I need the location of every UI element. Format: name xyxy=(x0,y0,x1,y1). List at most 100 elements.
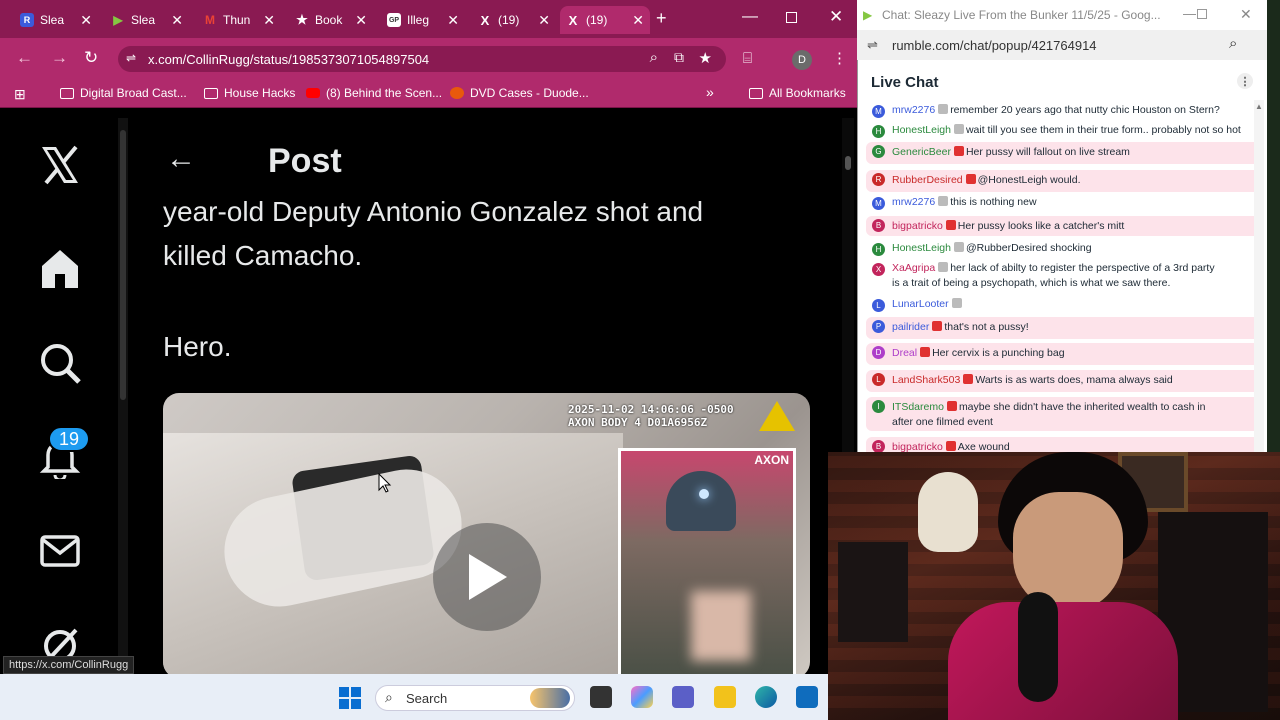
teams-icon[interactable] xyxy=(672,686,694,708)
user-avatar[interactable]: M xyxy=(872,105,885,118)
chat-message-text: after one filmed event xyxy=(892,416,993,428)
x-logo-icon[interactable] xyxy=(35,140,85,190)
user-badge-icon xyxy=(920,347,931,357)
chat-username[interactable]: LandShark503 xyxy=(892,374,960,386)
store-icon[interactable] xyxy=(796,686,818,708)
edge-icon[interactable] xyxy=(755,686,777,708)
bookmark-item[interactable]: DVD Cases - Duode... xyxy=(450,86,589,100)
close-tab-icon[interactable]: ✕ xyxy=(263,12,281,29)
minimize-icon[interactable]: — xyxy=(1183,6,1196,21)
browser-tab[interactable]: ▶ Slea ✕ xyxy=(105,6,189,34)
forward-icon[interactable]: → xyxy=(51,48,68,68)
browser-tab[interactable]: M Thun ✕ xyxy=(197,6,281,34)
site-info-icon[interactable]: ⇌ xyxy=(126,51,136,65)
user-avatar[interactable]: R xyxy=(872,173,885,186)
new-tab-icon[interactable]: + xyxy=(656,8,667,29)
user-avatar[interactable]: L xyxy=(872,299,885,312)
page-scrollbar-thumb[interactable] xyxy=(845,156,851,170)
profile-avatar[interactable]: D xyxy=(792,50,812,70)
user-avatar[interactable]: M xyxy=(872,197,885,210)
chat-scrollbar[interactable]: ▲ xyxy=(1254,100,1264,452)
chat-username[interactable]: ITSdaremo xyxy=(892,401,944,413)
user-avatar[interactable]: D xyxy=(872,346,885,359)
chat-username[interactable]: RubberDesired xyxy=(892,174,963,186)
apps-grid-icon[interactable]: ⊞ xyxy=(14,86,26,103)
chat-username[interactable]: XaAgripa xyxy=(892,262,935,274)
chat-username[interactable]: bigpatricko xyxy=(892,441,943,452)
bookmark-item[interactable]: (8) Behind the Scen... xyxy=(306,86,442,100)
all-bookmarks-button[interactable]: All Bookmarks xyxy=(749,86,846,100)
bookmark-item[interactable]: Digital Broad Cast... xyxy=(60,86,187,100)
grok-icon[interactable] xyxy=(35,620,85,660)
search-icon[interactable] xyxy=(35,338,85,388)
close-tab-icon[interactable]: ✕ xyxy=(171,12,189,29)
chat-username[interactable]: Dreal xyxy=(892,347,917,359)
site-info-icon[interactable]: ⇌ xyxy=(867,37,878,53)
play-button[interactable] xyxy=(433,523,541,631)
more-options-icon[interactable]: ⋮ xyxy=(1237,73,1253,89)
user-avatar[interactable]: P xyxy=(872,320,885,333)
tab-search-icon[interactable]: ⌸ xyxy=(743,50,752,67)
bookmark-star-icon[interactable]: ★ xyxy=(699,49,712,67)
user-avatar[interactable]: G xyxy=(872,145,885,158)
task-view-icon[interactable] xyxy=(590,686,612,708)
browser-tab[interactable]: X (19) ✕ xyxy=(472,6,556,34)
chat-username[interactable]: bigpatricko xyxy=(892,220,943,232)
menu-icon[interactable]: ⋮ xyxy=(832,49,847,67)
close-tab-icon[interactable]: ✕ xyxy=(632,12,650,29)
chevron-right-icon[interactable]: » xyxy=(706,84,714,100)
windows-start-icon[interactable] xyxy=(339,687,361,709)
close-tab-icon[interactable]: ✕ xyxy=(447,12,465,29)
chat-message: Ppailrider that's not a pussy! xyxy=(866,317,1260,339)
maximize-icon[interactable] xyxy=(786,12,797,23)
x-favicon-icon: X xyxy=(480,12,490,28)
back-icon[interactable]: ← xyxy=(16,48,33,68)
chat-username[interactable]: mrw2276 xyxy=(892,104,935,116)
copilot-icon[interactable] xyxy=(631,686,653,708)
video-player[interactable]: 2025-11-02 14:06:06 -0500 AXON BODY 4 D0… xyxy=(163,393,810,678)
minimize-icon[interactable]: — xyxy=(742,8,758,26)
messages-mail-icon[interactable] xyxy=(35,526,85,576)
scroll-up-icon[interactable]: ▲ xyxy=(1255,102,1263,111)
back-arrow-icon[interactable]: ← xyxy=(166,144,196,174)
home-icon[interactable] xyxy=(35,243,85,293)
user-avatar[interactable]: B xyxy=(872,219,885,232)
file-explorer-icon[interactable] xyxy=(714,686,736,708)
install-icon[interactable]: ⧉ xyxy=(674,49,684,66)
close-tab-icon[interactable]: ✕ xyxy=(80,12,98,29)
sidebar-scrollbar-thumb[interactable] xyxy=(120,130,126,400)
address-bar[interactable]: ⇌ x.com/CollinRugg/status/19853730710548… xyxy=(118,46,726,72)
webcam-overlay xyxy=(828,452,1280,720)
chat-username[interactable]: HonestLeigh xyxy=(892,242,951,254)
maximize-icon[interactable] xyxy=(1197,9,1207,19)
chat-url-bar[interactable]: ⇌ rumble.com/chat/popup/421764914 ⌕ xyxy=(857,30,1267,60)
browser-tab-active[interactable]: X (19) ✕ xyxy=(560,6,650,34)
reload-icon[interactable]: ↻ xyxy=(84,48,98,68)
play-favicon-icon: ▶ xyxy=(113,13,123,27)
user-avatar[interactable]: H xyxy=(872,125,885,138)
user-avatar[interactable]: B xyxy=(872,440,885,452)
user-avatar[interactable]: L xyxy=(872,373,885,386)
taskbar-search[interactable]: ⌕ Search xyxy=(375,685,575,711)
chat-message: H HonestLeigh @RubberDesired shocking xyxy=(866,240,1260,258)
close-window-icon[interactable]: ✕ xyxy=(1240,6,1252,23)
chat-username[interactable]: pailrider xyxy=(892,321,929,333)
close-tab-icon[interactable]: ✕ xyxy=(538,12,556,29)
zoom-icon[interactable]: ⌕ xyxy=(650,49,658,66)
user-avatar[interactable]: I xyxy=(872,400,885,413)
chat-username[interactable]: LunarLooter xyxy=(892,298,949,310)
browser-tab[interactable]: ★ Book ✕ xyxy=(289,6,373,34)
bookmark-item[interactable]: House Hacks xyxy=(204,86,295,100)
close-tab-icon[interactable]: ✕ xyxy=(355,12,373,29)
zoom-icon[interactable]: ⌕ xyxy=(1229,35,1237,52)
chat-username[interactable]: mrw2276 xyxy=(892,196,935,208)
close-window-icon[interactable]: ✕ xyxy=(829,7,843,27)
tab-label: (19) xyxy=(586,13,608,27)
browser-tab[interactable]: R Slea ✕ xyxy=(14,6,98,34)
browser-tab[interactable]: GP Illeg ✕ xyxy=(381,6,465,34)
user-avatar[interactable]: H xyxy=(872,243,885,256)
chat-username[interactable]: GenericBeer xyxy=(892,146,951,158)
chat-username[interactable]: HonestLeigh xyxy=(892,124,951,136)
user-avatar[interactable]: X xyxy=(872,263,885,276)
chat-message-text: remember 20 years ago that nutty chic Ho… xyxy=(950,104,1220,116)
